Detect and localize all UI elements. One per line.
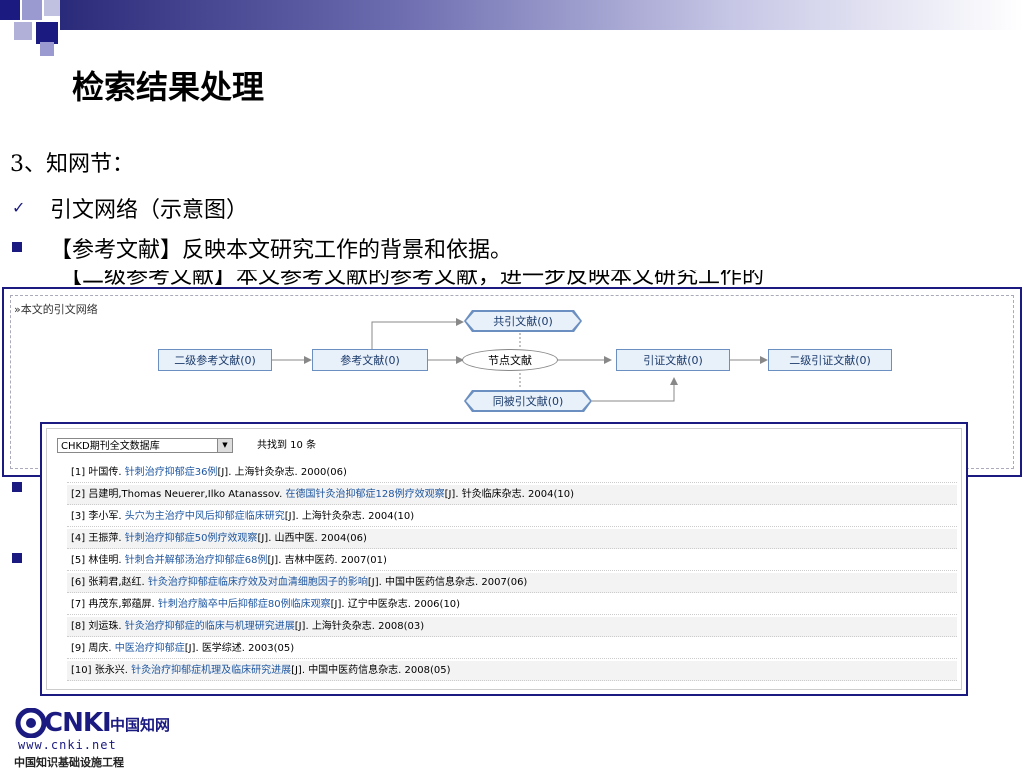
result-row: [1] 叶国传. 针刺治疗抑郁症36例[J]. 上海针灸杂志. 2000(06) — [67, 463, 957, 483]
result-title-link[interactable]: 中医治疗抑郁症 — [115, 643, 185, 654]
square-bullet-icon — [12, 553, 22, 563]
node-co-cited-label: 同被引文献(0) — [466, 392, 590, 410]
result-row: [8] 刘运珠. 针灸治疗抑郁症的临床与机理研究进展[J]. 上海针灸杂志. 2… — [67, 617, 957, 637]
result-title-link[interactable]: 针刺治疗抑郁症36例 — [125, 467, 218, 478]
results-frame: CHKD期刊全文数据库 ▼ 共找到 10 条 [1] 叶国传. 针刺治疗抑郁症3… — [46, 428, 962, 690]
result-title-link[interactable]: 针刺合并解郁汤治疗抑郁症68例 — [125, 555, 268, 566]
bullet-text: 【参考文献】反映本文研究工作的背景和依据。 — [50, 238, 513, 263]
cnki-url: www.cnki.net — [18, 738, 117, 752]
result-title-link[interactable]: 针灸治疗抑郁症的临床与机理研究进展 — [125, 621, 295, 632]
square-bullet-icon — [12, 242, 22, 252]
result-row: [10] 张永兴. 针灸治疗抑郁症机理及临床研究进展[J]. 中国中医药信息杂志… — [67, 661, 957, 681]
result-source: [J]. 医学综述. 2003(05) — [184, 643, 295, 654]
node-current-document: 节点文献 — [462, 349, 558, 371]
result-author: [10] 张永兴. — [71, 665, 132, 676]
deco-square — [36, 22, 58, 44]
node-references[interactable]: 参考文献(0) — [312, 349, 428, 371]
result-author: [2] 吕建明,Thomas Neuerer,Ilko Atanassov. — [71, 489, 286, 500]
node-second-references[interactable]: 二级参考文献(0) — [158, 349, 272, 371]
node-citing[interactable]: 引证文献(0) — [616, 349, 730, 371]
section-heading: 3、知网节： — [10, 152, 134, 177]
result-source: [J]. 上海针灸杂志. 2004(10) — [284, 511, 415, 522]
node-second-citing[interactable]: 二级引证文献(0) — [768, 349, 892, 371]
result-source: [J]. 中国中医药信息杂志. 2008(05) — [291, 665, 451, 676]
node-co-citation[interactable]: 共引文献(0) — [464, 310, 582, 332]
deco-square — [40, 42, 54, 56]
bullet-text-clipped: 【二级参考文献】本文参考文献的参考文献，进一步反映本文研究工作的 — [60, 270, 765, 286]
result-source: [J]. 针灸临床杂志. 2004(10) — [444, 489, 575, 500]
deco-square — [14, 22, 32, 40]
dropdown-arrow-icon[interactable]: ▼ — [217, 439, 232, 452]
deco-square — [22, 0, 42, 20]
database-select-value: CHKD期刊全文数据库 — [61, 441, 160, 452]
node-co-citation-label: 共引文献(0) — [466, 312, 580, 330]
result-source: [J]. 山西中医. 2004(06) — [257, 533, 367, 544]
result-author: [3] 李小军. — [71, 511, 125, 522]
result-author: [9] 周庆. — [71, 643, 115, 654]
result-title-link[interactable]: 针刺治疗脑卒中后抑郁症80例临床观察 — [158, 599, 331, 610]
cnki-brand-cn: 中国知网 — [110, 716, 171, 734]
cnki-brand-text: CNKI — [44, 708, 112, 738]
clipped-line: 【二级参考文献】本文参考文献的参考文献，进一步反映本文研究工作的 — [60, 270, 1024, 286]
checkmark-icon: ✓ — [12, 198, 26, 217]
result-author: [5] 林佳明. — [71, 555, 125, 566]
result-author: [7] 冉茂东,郭蕴屏. — [71, 599, 158, 610]
result-source: [J]. 中国中医药信息杂志. 2007(06) — [367, 577, 528, 588]
result-author: [1] 叶国传. — [71, 467, 125, 478]
results-panel: CHKD期刊全文数据库 ▼ 共找到 10 条 [1] 叶国传. 针刺治疗抑郁症3… — [40, 422, 968, 696]
square-bullet-icon — [12, 482, 22, 492]
result-title-link[interactable]: 针刺治疗抑郁症50例疗效观察 — [125, 533, 258, 544]
result-author: [4] 王振萍. — [71, 533, 125, 544]
result-row: [9] 周庆. 中医治疗抑郁症[J]. 医学综述. 2003(05) — [67, 639, 957, 659]
result-author: [8] 刘运珠. — [71, 621, 125, 632]
result-title-link[interactable]: 针灸治疗抑郁症临床疗效及对血清细胞因子的影响 — [148, 577, 368, 588]
node-co-cited[interactable]: 同被引文献(0) — [464, 390, 592, 412]
cnki-logo: CNKI 中国知网 www.cnki.net 中国知识基础设施工程 — [14, 708, 174, 769]
result-row: [6] 张莉君,赵红. 针灸治疗抑郁症临床疗效及对血清细胞因子的影响[J]. 中… — [67, 573, 957, 593]
result-source: [J]. 吉林中医药. 2007(01) — [267, 555, 387, 566]
result-count: 共找到 10 条 — [257, 440, 317, 451]
result-title-link[interactable]: 头穴为主治疗中风后抑郁症临床研究 — [125, 511, 285, 522]
deco-square — [0, 0, 20, 20]
header-gradient-bar — [60, 0, 1024, 30]
result-row: [7] 冉茂东,郭蕴屏. 针刺治疗脑卒中后抑郁症80例临床观察[J]. 辽宁中医… — [67, 595, 957, 615]
result-row: [5] 林佳明. 针刺合并解郁汤治疗抑郁症68例[J]. 吉林中医药. 2007… — [67, 551, 957, 571]
check-item-text: 引文网络（示意图） — [50, 198, 249, 223]
result-source: [J]. 上海针灸杂志. 2008(03) — [294, 621, 425, 632]
result-title-link[interactable]: 在德国针灸治抑郁症128例疗效观察 — [285, 489, 444, 500]
result-source: [J]. 辽宁中医杂志. 2006(10) — [330, 599, 461, 610]
page-title: 检索结果处理 — [72, 68, 265, 106]
result-author: [6] 张莉君,赵红. — [71, 577, 148, 588]
result-title-link[interactable]: 针灸治疗抑郁症机理及临床研究进展 — [131, 665, 291, 676]
result-row: [4] 王振萍. 针刺治疗抑郁症50例疗效观察[J]. 山西中医. 2004(0… — [67, 529, 957, 549]
result-source: [J]. 上海针灸杂志. 2000(06) — [217, 467, 347, 478]
result-row: [3] 李小军. 头穴为主治疗中风后抑郁症临床研究[J]. 上海针灸杂志. 20… — [67, 507, 957, 527]
deco-square — [44, 0, 60, 16]
result-row: [2] 吕建明,Thomas Neuerer,Ilko Atanassov. 在… — [67, 485, 957, 505]
database-select[interactable]: CHKD期刊全文数据库 ▼ — [57, 438, 233, 453]
